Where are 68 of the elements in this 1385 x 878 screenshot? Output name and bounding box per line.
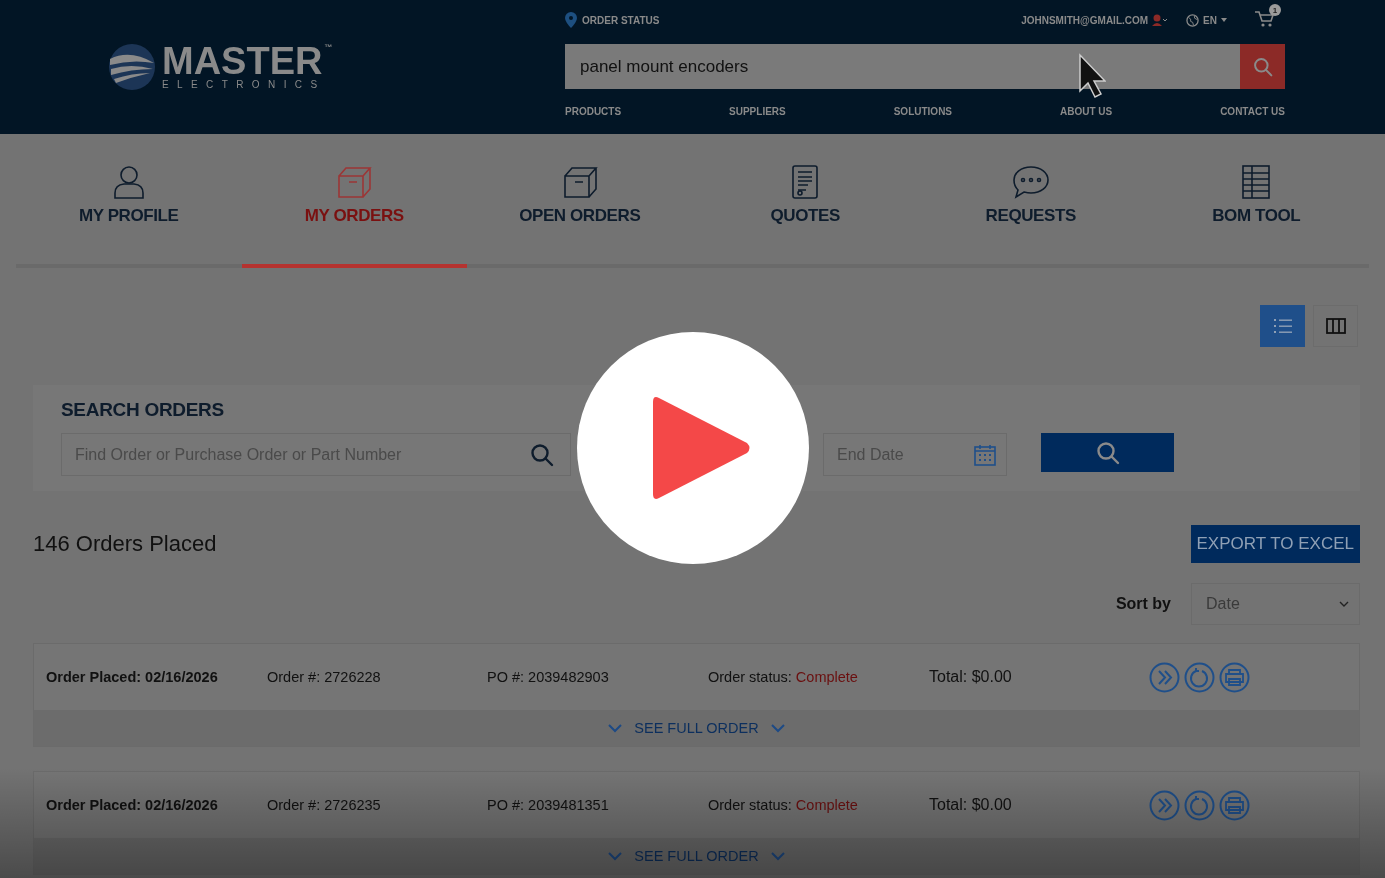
- account-tab[interactable]: REQUESTS: [918, 134, 1144, 268]
- cart-icon[interactable]: [1255, 10, 1275, 28]
- account-menu[interactable]: JOHNSMITH@GMAIL.COM: [1021, 14, 1169, 26]
- list-icon: [1273, 319, 1292, 333]
- location-pin-icon: [565, 12, 577, 28]
- view-toggle-button[interactable]: [1260, 305, 1305, 347]
- search-icon: [530, 442, 554, 467]
- nav-link[interactable]: ABOUT US: [1059, 106, 1113, 117]
- user-caret-icon: [1152, 14, 1169, 26]
- sort-select[interactable]: Date: [1191, 583, 1360, 625]
- chevron-down-icon: [608, 851, 623, 861]
- language-menu[interactable]: EN: [1186, 13, 1227, 27]
- details-icon[interactable]: [1149, 661, 1180, 693]
- orders-count: 146 Orders Placed: [33, 531, 217, 557]
- order-status-link[interactable]: ORDER STATUS: [565, 12, 660, 28]
- reorder-icon[interactable]: [1184, 789, 1215, 821]
- order-status: Order status: Complete: [708, 669, 859, 685]
- person-icon: [111, 164, 146, 200]
- grid-icon: [1240, 164, 1273, 200]
- box-icon: [336, 164, 373, 200]
- cart-count-badge: 1: [1269, 4, 1281, 16]
- chevron-down-icon: [608, 723, 623, 733]
- nav-link[interactable]: CONTACT US: [1220, 106, 1285, 117]
- nav-link[interactable]: SOLUTIONS: [893, 106, 953, 117]
- order-total: Total: $0.00: [929, 796, 1013, 814]
- order-number: Order #: 2726235: [267, 797, 382, 813]
- order-total: Total: $0.00: [929, 668, 1013, 686]
- search-field[interactable]: panel mount encoders: [565, 44, 1240, 89]
- order-date: Order Placed: 02/16/2026: [46, 797, 219, 813]
- sort-label: Sort by: [1115, 595, 1171, 613]
- order-status: Order status: Complete: [708, 797, 859, 813]
- logo-globe-icon: [108, 43, 156, 91]
- order-number: Order #: 2726228: [267, 669, 382, 685]
- logo-wordmark: MASTER™: [162, 43, 333, 79]
- logo-tagline: ELECTRONICS: [162, 79, 327, 91]
- globe-icon: [1186, 13, 1200, 27]
- speech-bubble-icon: [1011, 164, 1050, 200]
- caret-icon: [1221, 18, 1227, 22]
- export-button[interactable]: EXPORT TO EXCEL: [1190, 525, 1360, 563]
- nav-link[interactable]: SUPPLIERS: [729, 106, 786, 117]
- document-icon: [790, 164, 821, 200]
- search-icon: [1252, 56, 1273, 77]
- chevron-down-icon: [1339, 601, 1349, 607]
- chevron-down-icon: [770, 851, 785, 861]
- details-icon[interactable]: [1149, 789, 1180, 821]
- print-icon[interactable]: [1219, 789, 1250, 821]
- nav-link[interactable]: PRODUCTS: [565, 106, 622, 117]
- calendar-icon: [974, 443, 996, 466]
- order-date: Order Placed: 02/16/2026: [46, 669, 219, 685]
- account-tab[interactable]: BOM TOOL: [1143, 134, 1369, 268]
- panel-title: SEARCH ORDERS: [61, 399, 225, 421]
- account-tab[interactable]: MY ORDERS: [241, 134, 467, 268]
- see-full-order-link[interactable]: SEE FULL ORDER: [608, 720, 785, 736]
- chevron-down-icon: [770, 723, 785, 733]
- account-tab[interactable]: MY PROFILE: [16, 134, 242, 268]
- search-button[interactable]: [1240, 44, 1285, 89]
- print-icon[interactable]: [1219, 661, 1250, 693]
- box-icon: [561, 164, 598, 200]
- account-tab[interactable]: QUOTES: [692, 134, 918, 268]
- po-number: PO #: 2039481351: [487, 797, 610, 813]
- search-icon: [1095, 440, 1120, 465]
- search-orders-button[interactable]: [1041, 433, 1174, 472]
- see-full-order-link[interactable]: SEE FULL ORDER: [608, 848, 785, 864]
- view-toggle-button[interactable]: [1313, 305, 1358, 347]
- reorder-icon[interactable]: [1184, 661, 1215, 693]
- po-number: PO #: 2039482903: [487, 669, 610, 685]
- account-tab[interactable]: OPEN ORDERS: [467, 134, 693, 268]
- columns-icon: [1325, 318, 1346, 334]
